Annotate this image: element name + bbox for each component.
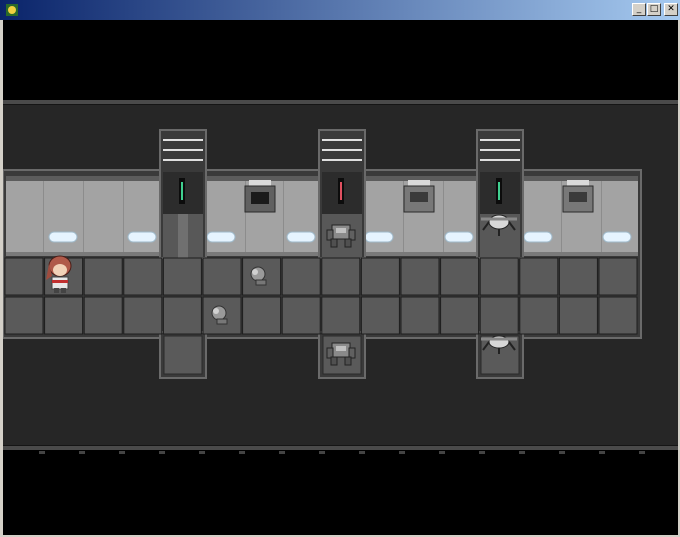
floor-tile[interactable] [202,257,242,296]
floor-tile[interactable] [123,257,163,296]
floor-tile[interactable] [281,257,321,296]
floor-tile[interactable] [44,296,84,335]
floor-tile[interactable] [479,257,519,296]
close-button[interactable]: ✕ [664,3,678,16]
floor-tile[interactable] [162,257,202,296]
floor-tile[interactable] [360,257,400,296]
floor-tile[interactable] [281,296,321,335]
floor-tile[interactable] [83,296,123,335]
floor-tile[interactable] [360,296,400,335]
game-window: _ □ ✕ [0,0,680,537]
floor-tile[interactable] [598,257,638,296]
floor-tile[interactable] [4,257,44,296]
game-viewport[interactable] [3,20,678,535]
floor-tile[interactable] [558,257,598,296]
game-scene[interactable] [3,20,678,535]
floor-tile[interactable] [519,296,559,335]
floor-tile[interactable] [242,296,282,335]
title-bar[interactable]: _ □ ✕ [0,0,680,20]
floor-tile[interactable] [321,257,361,296]
floor-tile[interactable] [83,257,123,296]
machine-3 [562,180,594,213]
door-light [498,182,500,200]
south-alcove-1[interactable] [159,331,207,379]
floor-tile[interactable] [123,296,163,335]
floor-tile[interactable] [598,296,638,335]
door-alcove-3[interactable] [476,129,524,259]
floor-tile[interactable] [4,296,44,335]
floor-tile[interactable] [440,257,480,296]
door-light [340,182,342,200]
machine-2 [403,180,435,213]
maximize-button[interactable]: □ [647,3,661,16]
floor-tile[interactable] [400,296,440,335]
minimize-button[interactable]: _ [632,3,646,16]
floor-tile[interactable] [162,296,202,335]
door-light [181,182,183,200]
door-alcove-1[interactable] [159,129,207,259]
floor-tile[interactable] [519,257,559,296]
floor-tile[interactable] [440,296,480,335]
floor-tile[interactable] [321,296,361,335]
floor-tile[interactable] [558,296,598,335]
floor-tile[interactable] [400,257,440,296]
machine-1 [244,180,276,213]
app-icon [6,4,18,16]
floor-tile[interactable] [479,296,519,335]
